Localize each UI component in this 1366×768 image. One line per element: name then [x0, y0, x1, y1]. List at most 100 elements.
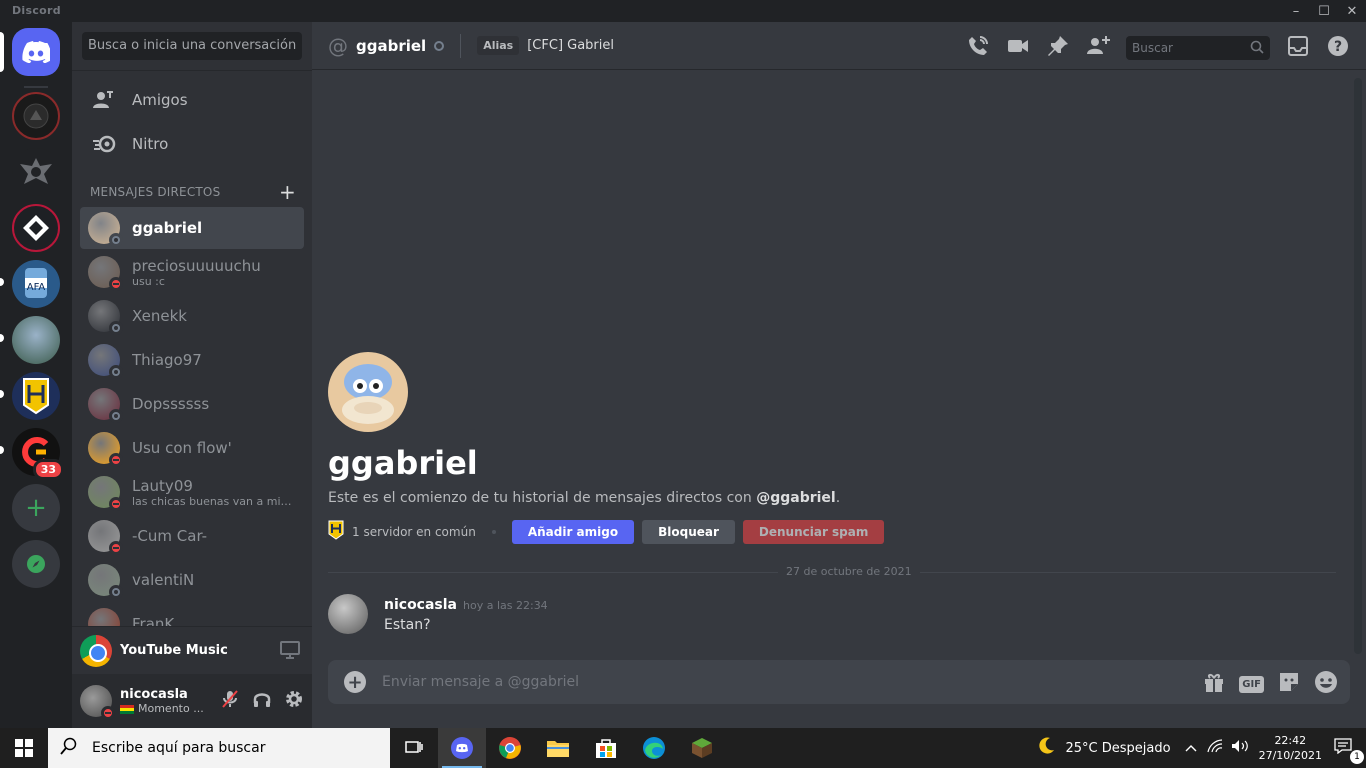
dm-item[interactable]: valentiN: [80, 559, 304, 601]
dm-item[interactable]: Dopssssss: [80, 383, 304, 425]
dm-item[interactable]: Xenekk: [80, 295, 304, 337]
mention[interactable]: @ggabriel: [756, 490, 836, 506]
close-button[interactable]: ✕: [1338, 0, 1366, 22]
video-call-icon[interactable]: [1006, 34, 1030, 62]
dm-item[interactable]: Usu con flow': [80, 427, 304, 469]
edge-icon: [643, 737, 665, 759]
screen-share-icon[interactable]: [280, 641, 300, 663]
dm-name: valentiN: [132, 571, 195, 589]
mute-microphone-icon[interactable]: [220, 689, 240, 713]
inbox-icon[interactable]: [1286, 34, 1310, 62]
server-icon[interactable]: [0, 316, 60, 364]
alias-value: [CFC] Gabriel: [527, 38, 615, 53]
start-button[interactable]: [0, 728, 48, 768]
dm-item[interactable]: -Cum Car-: [80, 515, 304, 557]
notification-count: 1: [1350, 750, 1364, 764]
dm-item[interactable]: Thiago97: [80, 339, 304, 381]
task-view-button[interactable]: [390, 728, 438, 768]
status-indicator: [109, 233, 123, 247]
emoji-icon[interactable]: [1314, 670, 1338, 698]
nav-nitro[interactable]: Nitro: [80, 123, 304, 165]
message-composer[interactable]: + Enviar mensaje a @ggabriel GIF: [328, 660, 1350, 704]
message-input[interactable]: Enviar mensaje a @ggabriel: [382, 674, 579, 690]
server-icon[interactable]: AFA: [0, 260, 60, 308]
notification-center-button[interactable]: 1: [1334, 738, 1366, 764]
status-indicator: [109, 365, 123, 379]
add-friends-to-dm-icon[interactable]: [1086, 34, 1110, 62]
discord-logo-icon: [22, 41, 50, 63]
gift-icon[interactable]: [1203, 671, 1225, 697]
dm-item[interactable]: Lauty09 las chicas buenas van a misa,...: [80, 471, 304, 513]
weather-widget[interactable]: 25°C Despejado: [1036, 736, 1171, 760]
minimize-button[interactable]: –: [1282, 0, 1310, 22]
svg-text:?: ?: [1334, 39, 1342, 55]
voice-call-icon[interactable]: [966, 34, 990, 62]
find-conversation-button[interactable]: Busca o inicia una conversación: [82, 32, 302, 60]
nav-friends[interactable]: Amigos: [80, 79, 304, 121]
now-playing-title: YouTube Music: [120, 643, 228, 658]
pinned-messages-icon[interactable]: [1046, 34, 1070, 62]
dm-avatar: [88, 212, 123, 247]
sticker-icon[interactable]: [1278, 671, 1300, 697]
message-avatar[interactable]: [328, 594, 368, 634]
dm-item[interactable]: preciosuuuuuchu usu :c: [80, 251, 304, 293]
clock[interactable]: 22:42 27/10/2021: [1259, 733, 1322, 763]
help-icon[interactable]: ?: [1326, 34, 1350, 62]
server-icon[interactable]: [12, 92, 60, 140]
upload-plus-icon[interactable]: +: [344, 671, 366, 693]
settings-gear-icon[interactable]: [284, 689, 304, 713]
taskbar-minecraft[interactable]: [678, 728, 726, 768]
chevron-up-icon[interactable]: [1185, 741, 1197, 756]
message-author[interactable]: nicocasla: [384, 597, 457, 613]
profile-avatar[interactable]: [328, 352, 408, 432]
server-icon[interactable]: [12, 148, 60, 196]
server-icon[interactable]: [12, 204, 60, 252]
block-button[interactable]: Bloquear: [642, 520, 735, 544]
volume-icon[interactable]: [1231, 739, 1249, 757]
dm-avatar: [88, 520, 123, 555]
server-icon[interactable]: [0, 372, 60, 420]
dm-section-header: MENSAJES DIRECTOS +: [90, 182, 296, 202]
dm-welcome: ggabriel Este es el comienzo de tu histo…: [328, 352, 892, 544]
dm-avatar: [88, 300, 123, 335]
headphones-icon[interactable]: [252, 689, 272, 713]
date-divider-label: 27 de octubre de 2021: [778, 565, 920, 578]
add-friend-button[interactable]: Añadir amigo: [511, 520, 635, 544]
server-separator: [24, 86, 48, 88]
create-dm-button[interactable]: +: [279, 182, 296, 202]
message: nicocasla hoy a las 22:34 Estan?: [328, 594, 548, 634]
taskbar-file-explorer[interactable]: [534, 728, 582, 768]
taskbar-edge[interactable]: [630, 728, 678, 768]
wifi-icon[interactable]: [1207, 739, 1223, 757]
mutual-servers-count[interactable]: 1 servidor en común: [352, 525, 476, 539]
gif-button[interactable]: GIF: [1239, 675, 1264, 693]
task-view-icon: [405, 741, 423, 753]
taskbar-store[interactable]: [582, 728, 630, 768]
dm-name: ggabriel: [132, 219, 203, 237]
chat-scrollbar[interactable]: [1354, 78, 1362, 654]
report-spam-button[interactable]: Denunciar spam: [742, 520, 885, 544]
taskbar-discord[interactable]: [438, 728, 486, 768]
taskbar-search-input[interactable]: Escribe aquí para buscar: [48, 728, 390, 768]
header-search-input[interactable]: Buscar: [1126, 36, 1270, 60]
store-icon: [596, 739, 616, 758]
dm-item[interactable]: ggabriel: [80, 207, 304, 249]
server-icon[interactable]: 33: [0, 428, 64, 480]
status-indicator: [109, 585, 123, 599]
explore-servers-button[interactable]: [12, 540, 60, 588]
dm-name: Dopssssss: [132, 395, 210, 413]
message-content: Estan?: [384, 617, 431, 633]
taskbar-chrome[interactable]: [486, 728, 534, 768]
app-title: Discord: [12, 4, 61, 17]
chat-header: @ ggabriel Alias [CFC] Gabriel Buscar ?: [312, 22, 1366, 70]
add-server-button[interactable]: +: [12, 484, 60, 532]
status-indicator: [109, 497, 123, 511]
dm-avatar: [88, 432, 123, 467]
user-avatar[interactable]: [80, 685, 115, 720]
mutual-server-icon[interactable]: [328, 520, 344, 544]
dm-avatar: [88, 564, 123, 599]
home-button[interactable]: [0, 28, 60, 76]
maximize-button[interactable]: ☐: [1310, 0, 1338, 22]
window-titlebar: Discord – ☐ ✕: [0, 0, 1366, 22]
notification-icon: [1334, 738, 1352, 755]
